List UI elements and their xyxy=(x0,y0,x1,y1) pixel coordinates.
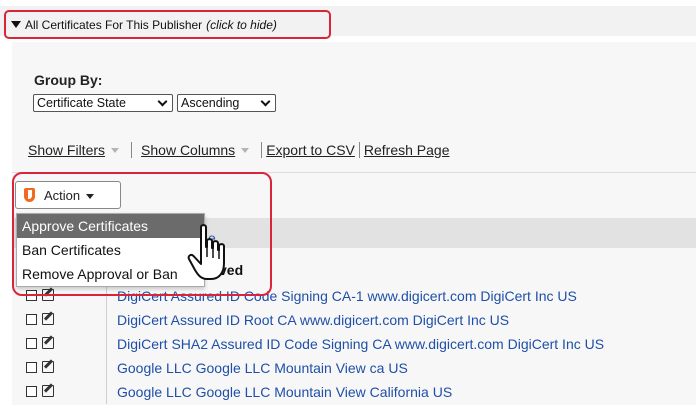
action-highlight-box xyxy=(12,172,272,296)
chevron-down-icon xyxy=(157,96,168,107)
column-separator xyxy=(106,308,107,332)
row-checkbox[interactable] xyxy=(26,362,37,373)
table-row: DigiCert Assured ID Root CA www.digicert… xyxy=(12,308,696,332)
divider xyxy=(261,142,263,158)
column-separator xyxy=(106,380,107,404)
chevron-down-icon xyxy=(260,96,271,107)
column-separator xyxy=(106,356,107,380)
refresh-page-link[interactable]: Refresh Page xyxy=(364,142,450,158)
toolbar-links: Show Filters Show Columns Export to CSV … xyxy=(28,142,450,158)
edit-icon[interactable] xyxy=(42,385,54,397)
certificate-name-link[interactable]: Google LLC Google LLC Mountain View Cali… xyxy=(117,384,452,400)
table-row: Google LLC Google LLC Mountain View ca U… xyxy=(12,356,696,380)
caret-down-icon xyxy=(241,147,250,153)
table-row: Google LLC Google LLC Mountain View Cali… xyxy=(12,380,696,404)
toggle-label: All Certificates For This Publisher xyxy=(25,17,203,32)
row-checkbox[interactable] xyxy=(26,314,37,325)
column-separator xyxy=(106,332,107,356)
group-by-order-value: Ascending xyxy=(181,96,240,110)
row-checkbox[interactable] xyxy=(26,338,37,349)
certificate-rows: DigiCert Assured ID Code Signing CA-1 ww… xyxy=(12,284,696,404)
toggle-hint: (click to hide) xyxy=(206,17,277,32)
group-by-state-value: Certificate State xyxy=(37,96,126,110)
certificate-name-link[interactable]: DigiCert SHA2 Assured ID Code Signing CA… xyxy=(117,336,604,352)
divider xyxy=(358,142,360,158)
divider xyxy=(131,142,133,158)
certificate-name-link[interactable]: Google LLC Google LLC Mountain View ca U… xyxy=(117,360,408,376)
certificate-name-link[interactable]: DigiCert Assured ID Root CA www.digicert… xyxy=(117,312,509,328)
edit-icon[interactable] xyxy=(42,313,54,325)
toggle-all-certificates[interactable]: All Certificates For This Publisher (cli… xyxy=(4,10,331,39)
show-filters-link[interactable]: Show Filters xyxy=(28,142,105,158)
caret-down-icon xyxy=(111,147,120,153)
row-checkbox[interactable] xyxy=(26,386,37,397)
show-columns-link[interactable]: Show Columns xyxy=(141,142,235,158)
group-by-state-select[interactable]: Certificate State xyxy=(33,94,173,112)
export-csv-link[interactable]: Export to CSV xyxy=(266,142,355,158)
group-by-label: Group By: xyxy=(34,72,103,88)
group-by-order-select[interactable]: Ascending xyxy=(177,94,276,112)
triangle-down-icon xyxy=(11,21,21,28)
table-row: DigiCert SHA2 Assured ID Code Signing CA… xyxy=(12,332,696,356)
hand-cursor-icon xyxy=(187,224,225,280)
edit-icon[interactable] xyxy=(42,361,54,373)
edit-icon[interactable] xyxy=(42,337,54,349)
